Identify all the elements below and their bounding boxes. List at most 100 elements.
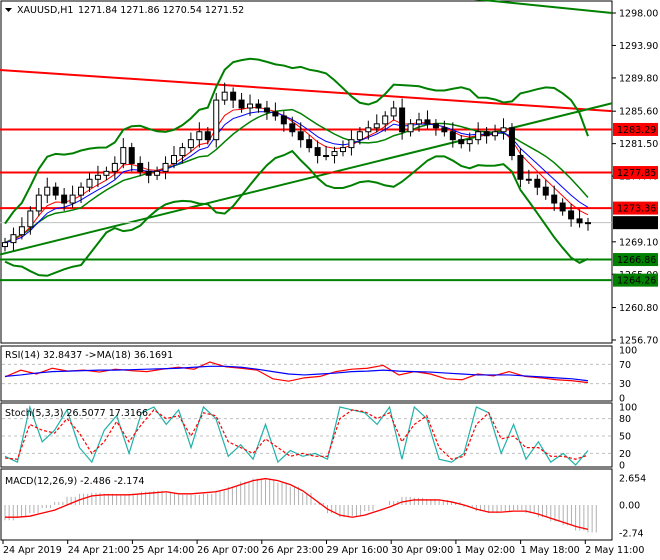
level-price-label: 1266.86 bbox=[617, 255, 656, 266]
macd-tick-label: 0.00 bbox=[619, 501, 640, 512]
symbol-label: XAUUSD,H1 bbox=[17, 5, 73, 16]
stoch-tick-label: 100 bbox=[619, 403, 637, 414]
candle-body bbox=[280, 115, 287, 125]
candle-body bbox=[120, 147, 127, 164]
candle-body bbox=[458, 139, 465, 145]
candle-body bbox=[483, 131, 490, 137]
stoch-tick-label: 80 bbox=[619, 414, 631, 425]
candle-body bbox=[331, 151, 338, 157]
level-price-label: 1283.29 bbox=[617, 125, 656, 136]
candle-body bbox=[517, 155, 524, 180]
rsi-label: RSI(14) 32.8437 ->MA(18) 36.1691 bbox=[5, 350, 173, 361]
candle-body bbox=[314, 147, 321, 157]
candle-body bbox=[475, 131, 482, 141]
trendline bbox=[0, 69, 613, 113]
candle-body bbox=[247, 103, 254, 109]
price-tick-label: 1285.60 bbox=[619, 107, 658, 118]
candle-body bbox=[432, 123, 439, 129]
time-label: 25 Apr 14:00 bbox=[132, 545, 194, 556]
candle-body bbox=[449, 131, 456, 141]
candle-body bbox=[525, 178, 532, 181]
candle-body bbox=[323, 155, 330, 158]
candle-body bbox=[52, 186, 59, 196]
candle-body bbox=[111, 162, 118, 172]
candle-body bbox=[356, 131, 363, 141]
time-label: 26 Apr 23:00 bbox=[262, 545, 324, 556]
candle-body bbox=[289, 123, 296, 133]
trading-chart[interactable]: 1298.00 1293.90 1289.80 1285.60 1281.50 1277.… bbox=[0, 0, 660, 560]
candle-body bbox=[407, 123, 414, 133]
candle-body bbox=[238, 99, 245, 109]
candle-body bbox=[137, 162, 144, 172]
candle-body bbox=[585, 222, 591, 225]
candle-body bbox=[221, 91, 228, 101]
current-price-label: 1271.52 bbox=[617, 218, 656, 229]
candle-body bbox=[213, 99, 220, 141]
candle-body bbox=[204, 131, 211, 141]
candle-body bbox=[466, 139, 473, 145]
price-tick-label: 1298.00 bbox=[619, 9, 658, 20]
candle-body bbox=[187, 139, 194, 149]
candle-body bbox=[196, 131, 203, 141]
price-tick-label: 1281.50 bbox=[619, 139, 658, 150]
time-label: 24 Apr 21:00 bbox=[68, 545, 130, 556]
candle-body bbox=[154, 170, 161, 176]
candle-body bbox=[306, 139, 313, 149]
time-label: 29 Apr 16:00 bbox=[327, 545, 389, 556]
rsi-tick-label: 70 bbox=[619, 360, 631, 371]
candle-body bbox=[551, 194, 558, 204]
trendline bbox=[473, 0, 613, 14]
level-price-label: 1273.36 bbox=[617, 204, 656, 215]
rsi-tick-label: 30 bbox=[619, 379, 631, 390]
stoch-tick-label: 0 bbox=[619, 461, 625, 472]
candle-body bbox=[297, 131, 304, 141]
candle-body bbox=[145, 170, 152, 176]
time-label: 1 May 02:00 bbox=[456, 545, 515, 556]
candle-body bbox=[382, 115, 389, 125]
candle-body bbox=[508, 127, 515, 157]
time-label: 24 Apr 2019 bbox=[3, 545, 62, 556]
chart-svg[interactable]: 1298.00 1293.90 1289.80 1285.60 1281.50 1277.… bbox=[0, 0, 660, 560]
macd-tick-label: 2.654 bbox=[619, 474, 646, 485]
candle-body bbox=[44, 186, 51, 196]
candle-body bbox=[348, 139, 355, 149]
time-label: 2 May 11:00 bbox=[585, 545, 644, 556]
bollinger-lower bbox=[4, 149, 589, 277]
candle-body bbox=[69, 194, 76, 204]
candle-body bbox=[78, 186, 85, 196]
candle-body bbox=[399, 107, 406, 133]
candle-body bbox=[441, 127, 448, 133]
candle-body bbox=[27, 210, 34, 228]
candle-body bbox=[534, 178, 541, 188]
candle-body bbox=[492, 131, 499, 137]
candle-body bbox=[179, 147, 186, 157]
candle-body bbox=[128, 147, 135, 164]
candle-body bbox=[230, 91, 237, 101]
candle-body bbox=[542, 186, 549, 196]
dropdown-arrow-icon[interactable] bbox=[5, 8, 12, 12]
candle-body bbox=[373, 123, 380, 129]
candle-body bbox=[339, 147, 346, 153]
macd-tick-label: -2.74 bbox=[619, 528, 644, 539]
candle-body bbox=[103, 170, 110, 176]
price-tick-label: 1293.90 bbox=[619, 41, 658, 52]
candle-body bbox=[576, 218, 583, 224]
candle-body bbox=[424, 119, 431, 125]
ohlc-label: 1271.84 1271.86 1270.54 1271.52 bbox=[78, 5, 244, 16]
rsi-tick-label: 100 bbox=[619, 346, 637, 357]
price-tick-label: 1269.10 bbox=[619, 237, 658, 248]
level-price-label: 1277.85 bbox=[617, 168, 656, 179]
time-label: 30 Apr 09:00 bbox=[391, 545, 453, 556]
time-label: 26 Apr 07:00 bbox=[197, 545, 259, 556]
candle-body bbox=[390, 107, 397, 117]
price-tick-label: 1289.80 bbox=[619, 73, 658, 84]
candle-body bbox=[170, 155, 177, 164]
candle-body bbox=[94, 174, 101, 180]
stoch-label: Stoch(5,3,3) 26.5077 17.3166 bbox=[5, 408, 148, 419]
candle-body bbox=[416, 119, 423, 125]
macd-label: MACD(12,26,9) -2.486 -2.174 bbox=[5, 476, 144, 487]
candle-body bbox=[365, 127, 372, 133]
level-price-label: 1264.26 bbox=[617, 276, 656, 287]
time-label: 1 May 18:00 bbox=[521, 545, 580, 556]
rsi-line bbox=[4, 361, 589, 384]
